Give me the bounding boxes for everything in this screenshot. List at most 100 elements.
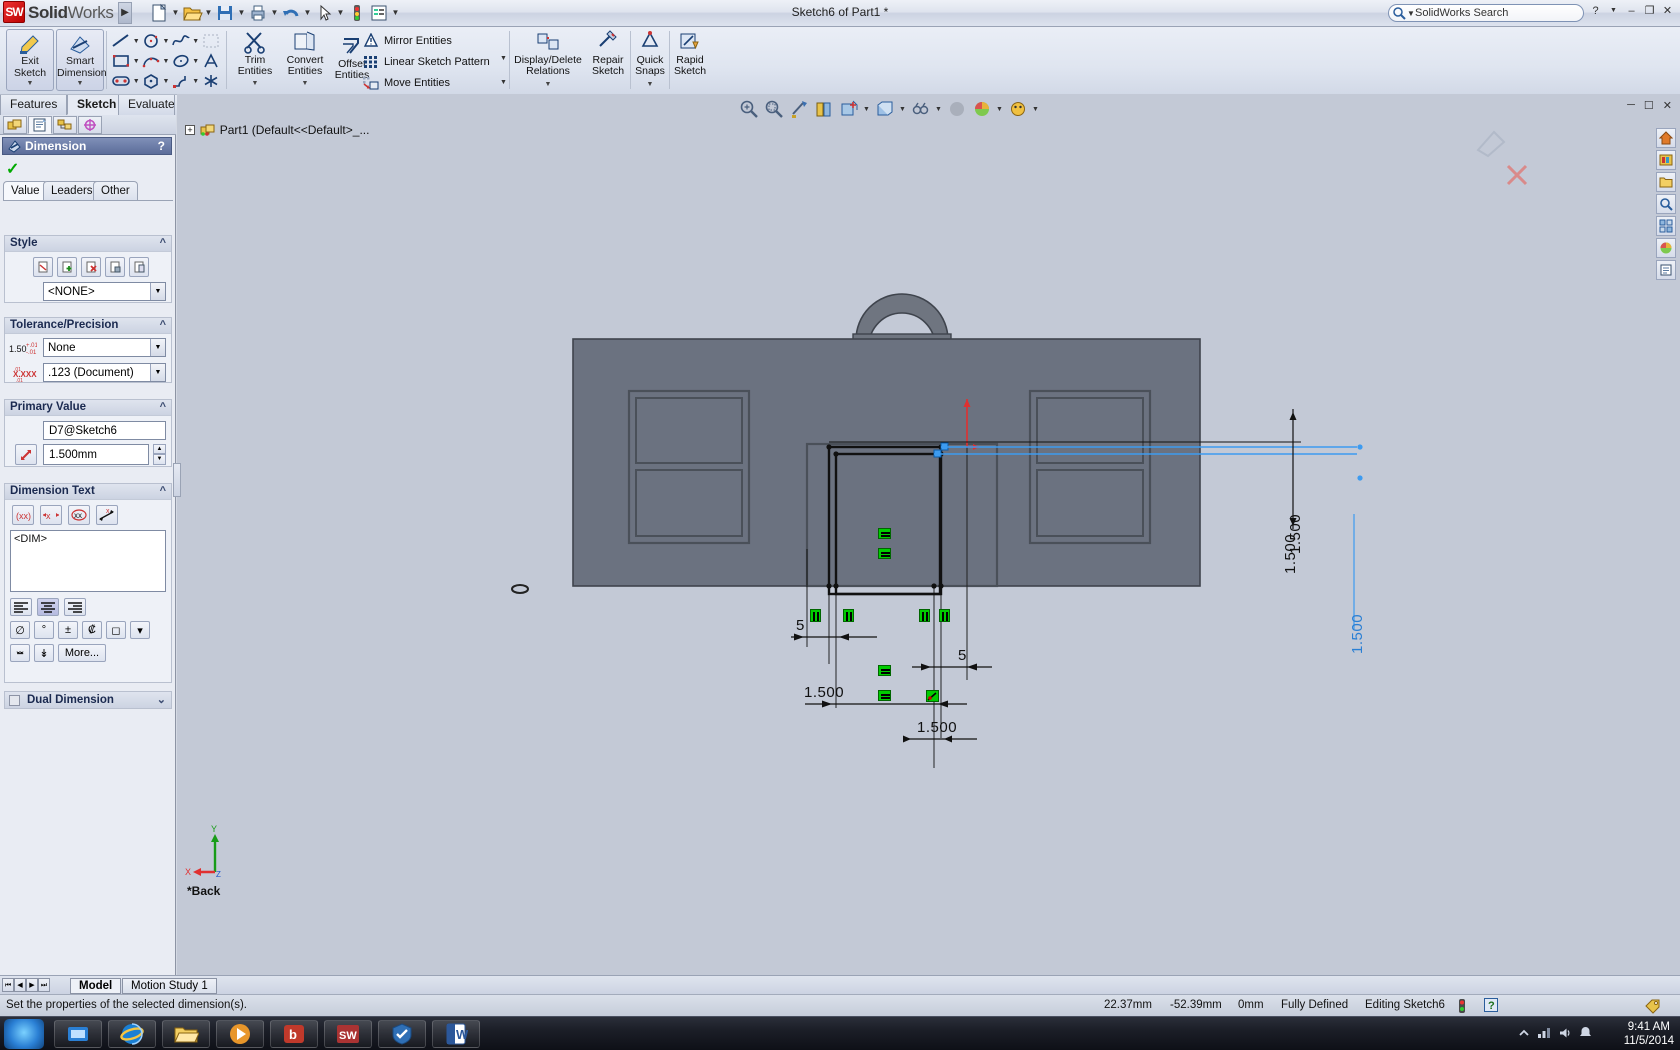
file-explorer-icon[interactable] — [1656, 172, 1676, 192]
trim-entities-button[interactable]: Trim Entities ▼ — [230, 29, 280, 89]
dimension-label-left-5[interactable]: 5 — [796, 617, 805, 634]
favorite-add-icon[interactable] — [57, 257, 77, 277]
line-dropdown-icon[interactable]: ▼ — [133, 38, 140, 45]
linear-sketch-pattern-icon[interactable] — [358, 52, 384, 72]
feature-manager-tab[interactable] — [3, 116, 27, 134]
help-dropdown-icon[interactable]: ▼ — [1607, 7, 1620, 14]
start-orb[interactable] — [4, 1019, 44, 1049]
polygon-icon[interactable] — [140, 71, 163, 91]
dimension-value-field[interactable]: 1.500mm — [43, 444, 149, 465]
property-manager-help-button[interactable]: ? — [158, 138, 165, 155]
tray-action-center-icon[interactable] — [1579, 1026, 1592, 1042]
property-manager-tab[interactable] — [28, 116, 52, 134]
favorite-load-icon[interactable] — [129, 257, 149, 277]
search-icon[interactable] — [1656, 194, 1676, 214]
display-delete-relations-dropdown-icon[interactable]: ▼ — [512, 79, 584, 90]
tab-features[interactable]: Features — [0, 95, 68, 115]
slot-dropdown-icon[interactable]: ▼ — [133, 78, 140, 85]
convert-entities-button[interactable]: Convert Entities ▼ — [278, 29, 332, 89]
rectangle-dropdown-icon[interactable]: ▼ — [133, 58, 140, 65]
tray-chevron-up-icon[interactable] — [1518, 1027, 1530, 1042]
help-status-icon[interactable]: ? — [1484, 998, 1498, 1015]
move-entities-dropdown-icon[interactable]: ▼ — [500, 79, 507, 86]
view-palette-icon[interactable] — [1656, 216, 1676, 236]
accept-button[interactable]: ✓ — [6, 159, 19, 179]
first-tab-icon[interactable]: ⏮ — [2, 978, 14, 992]
text-center-icon[interactable]: x — [40, 505, 62, 525]
style-group-header[interactable]: Style ^ — [5, 236, 171, 252]
graphics-area[interactable]: ▼ ▼ ▼ ▼ ▼ ─ ☐ ✕ + Part1 (Default<<Defaul… — [177, 94, 1680, 975]
text-above-icon[interactable]: (xx) — [12, 505, 34, 525]
tab-model[interactable]: Model — [70, 978, 122, 994]
slot-icon[interactable] — [110, 71, 133, 91]
parallel-relation-icon[interactable] — [843, 609, 854, 622]
parallel-relation-icon[interactable] — [939, 609, 950, 622]
sketch-tools-more-icon[interactable]: ▼ — [500, 55, 507, 62]
search-scope-chevron-down-icon[interactable]: ▼ — [1407, 9, 1415, 18]
dimension-link-icon[interactable] — [15, 444, 37, 465]
search-input[interactable]: ▼ SolidWorks Search — [1388, 4, 1584, 22]
centerline-icon[interactable]: ₡ — [82, 621, 102, 639]
favorite-delete-icon[interactable] — [81, 257, 101, 277]
tray-volume-icon[interactable] — [1558, 1027, 1572, 1042]
style-collapse-chevron-icon[interactable]: ^ — [160, 236, 166, 251]
panel-pin-handle[interactable] — [173, 463, 181, 497]
exit-sketch-dropdown-icon[interactable]: ▼ — [7, 78, 53, 89]
plusminus-icon[interactable]: ± — [58, 621, 78, 639]
quick-snaps-dropdown-icon[interactable]: ▼ — [632, 79, 668, 90]
smart-dimension-dropdown-icon[interactable]: ▼ — [57, 78, 103, 89]
tolerance-group-header[interactable]: Tolerance/Precision ^ — [5, 318, 171, 334]
home-icon[interactable] — [1656, 128, 1676, 148]
point-icon[interactable] — [199, 71, 222, 91]
close-sketch-ghost-icon[interactable] — [1502, 160, 1532, 190]
appearances-icon[interactable] — [1656, 238, 1676, 258]
parallel-relation-icon[interactable] — [810, 609, 821, 622]
folder-icon[interactable] — [162, 1020, 210, 1048]
tab-leaders[interactable]: Leaders — [43, 181, 101, 200]
prev-tab-icon[interactable]: ◀ — [14, 978, 26, 992]
dual-dimension-chevron-down-icon[interactable]: ⌄ — [157, 692, 166, 708]
help-button[interactable]: ? — [1589, 5, 1602, 17]
convert-entities-dropdown-icon[interactable]: ▼ — [278, 78, 332, 89]
primary-value-group-header[interactable]: Primary Value ^ — [5, 400, 171, 416]
circle-icon[interactable] — [140, 31, 163, 51]
move-entities-label[interactable]: Move Entities — [384, 77, 450, 89]
precision-select[interactable]: .123 (Document) ▼ — [43, 363, 166, 382]
minimize-button[interactable]: – — [1625, 5, 1638, 17]
primary-value-collapse-chevron-icon[interactable]: ^ — [160, 400, 166, 415]
equal-relation-icon[interactable] — [878, 690, 891, 701]
favorite-apply-icon[interactable] — [33, 257, 53, 277]
clock[interactable]: 9:41 AM 11/5/2014 — [1624, 1020, 1674, 1048]
arc-dropdown-icon[interactable]: ▼ — [163, 58, 170, 65]
tolerance-type-chevron-down-icon[interactable]: ▼ — [150, 339, 165, 356]
square-icon[interactable]: ◻ — [106, 621, 126, 639]
tolerance-type-select[interactable]: None ▼ — [43, 338, 166, 357]
dimension-label-bottom-left-1500[interactable]: 1.500 — [804, 684, 844, 701]
fillet-icon[interactable] — [169, 71, 192, 91]
style-select[interactable]: <NONE> ▼ — [43, 282, 166, 301]
display-delete-relations-button[interactable]: Display/Delete Relations ▼ — [512, 29, 584, 90]
text-below-icon[interactable]: xx — [68, 505, 90, 525]
browser-icon[interactable]: b — [270, 1020, 318, 1048]
dimension-text-input[interactable]: <DIM> — [10, 530, 166, 592]
configuration-manager-tab[interactable] — [53, 116, 77, 134]
last-tab-icon[interactable]: ⏭ — [38, 978, 50, 992]
align-right-icon[interactable] — [64, 598, 86, 616]
rectangle-icon[interactable] — [110, 51, 133, 71]
custom-properties-icon[interactable] — [1656, 260, 1676, 280]
dimension-text-group-header[interactable]: Dimension Text ^ — [5, 484, 171, 500]
counterbore-icon[interactable]: ⏕ — [10, 644, 30, 662]
dimension-label-lower-right-blue[interactable]: 1.500 — [1349, 614, 1366, 654]
spline-dropdown-icon[interactable]: ▼ — [192, 38, 199, 45]
spline-icon[interactable] — [169, 31, 192, 51]
ellipse-dropdown-icon[interactable]: ▼ — [192, 58, 199, 65]
repair-sketch-button[interactable]: Repair Sketch — [588, 29, 628, 77]
align-left-icon[interactable] — [10, 598, 32, 616]
mirror-entities-label[interactable]: Mirror Entities — [384, 35, 452, 47]
more-symbols-button[interactable]: More... — [58, 644, 106, 662]
next-tab-icon[interactable]: ▶ — [26, 978, 38, 992]
circle-dropdown-icon[interactable]: ▼ — [163, 38, 170, 45]
equal-relation-icon[interactable] — [878, 548, 891, 559]
solidworks-icon[interactable]: SW — [324, 1020, 372, 1048]
text-angle-icon[interactable]: x — [96, 505, 118, 525]
